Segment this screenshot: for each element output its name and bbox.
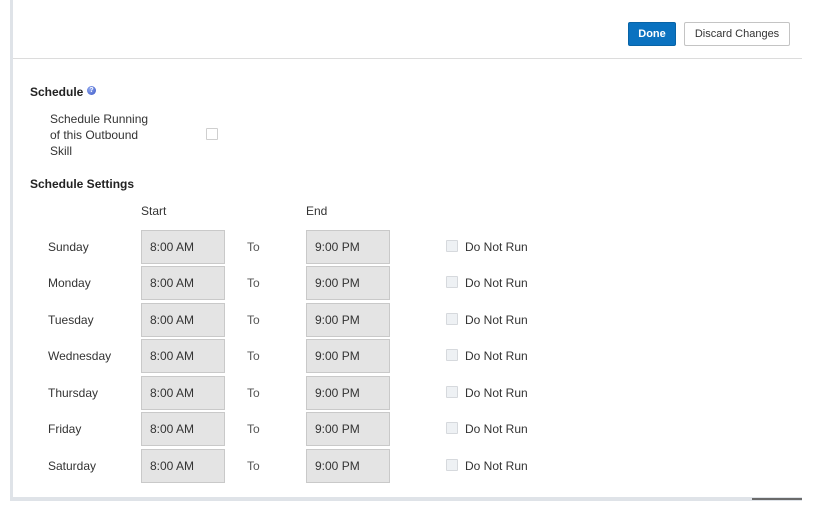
panel-bottom-border — [10, 497, 802, 501]
do-not-run-checkbox[interactable] — [446, 276, 458, 288]
day-label: Saturday — [48, 459, 97, 473]
schedule-row-saturday: Saturday 8:00 AM To 9:00 PM Do Not Run — [13, 449, 802, 483]
to-label: To — [247, 276, 260, 290]
day-label: Sunday — [48, 240, 89, 254]
schedule-row-monday: Monday 8:00 AM To 9:00 PM Do Not Run — [13, 266, 802, 300]
end-time-field[interactable]: 9:00 PM — [306, 303, 390, 337]
do-not-run-checkbox[interactable] — [446, 386, 458, 398]
do-not-run-checkbox[interactable] — [446, 240, 458, 252]
to-label: To — [247, 240, 260, 254]
start-time-field[interactable]: 8:00 AM — [141, 376, 225, 410]
do-not-run-label: Do Not Run — [465, 240, 528, 254]
schedule-running-checkbox[interactable] — [206, 128, 218, 140]
schedule-row-wednesday: Wednesday 8:00 AM To 9:00 PM Do Not Run — [13, 339, 802, 373]
schedule-row-thursday: Thursday 8:00 AM To 9:00 PM Do Not Run — [13, 376, 802, 410]
start-time-field[interactable]: 8:00 AM — [141, 449, 225, 483]
day-label: Friday — [48, 422, 82, 436]
end-time-field[interactable]: 9:00 PM — [306, 230, 390, 264]
start-time-field[interactable]: 8:00 AM — [141, 412, 225, 446]
end-time-field[interactable]: 9:00 PM — [306, 339, 390, 373]
day-label: Thursday — [48, 386, 99, 400]
end-time-field[interactable]: 9:00 PM — [306, 376, 390, 410]
day-label: Tuesday — [48, 313, 94, 327]
start-time-field[interactable]: 8:00 AM — [141, 266, 225, 300]
schedule-heading: Schedule — [30, 85, 84, 99]
start-column-header: Start — [141, 204, 167, 218]
schedule-row-friday: Friday 8:00 AM To 9:00 PM Do Not Run — [13, 412, 802, 446]
do-not-run-checkbox[interactable] — [446, 313, 458, 325]
done-button[interactable]: Done — [628, 22, 676, 46]
do-not-run-label: Do Not Run — [465, 349, 528, 363]
end-column-header: End — [306, 204, 328, 218]
do-not-run-checkbox[interactable] — [446, 422, 458, 434]
do-not-run-checkbox[interactable] — [446, 349, 458, 361]
schedule-running-label: Schedule Running of this Outbound Skill — [50, 112, 149, 158]
to-label: To — [247, 422, 260, 436]
day-label: Wednesday — [48, 349, 112, 363]
do-not-run-checkbox[interactable] — [446, 459, 458, 471]
do-not-run-label: Do Not Run — [465, 459, 528, 473]
schedule-settings-heading: Schedule Settings — [30, 177, 135, 191]
do-not-run-label: Do Not Run — [465, 313, 528, 327]
to-label: To — [247, 349, 260, 363]
start-time-field[interactable]: 8:00 AM — [141, 339, 225, 373]
discard-changes-button[interactable]: Discard Changes — [684, 22, 790, 46]
end-time-field[interactable]: 9:00 PM — [306, 266, 390, 300]
end-time-field[interactable]: 9:00 PM — [306, 412, 390, 446]
scroll-indicator[interactable] — [752, 498, 802, 500]
day-label: Monday — [48, 276, 91, 290]
end-time-field[interactable]: 9:00 PM — [306, 449, 390, 483]
do-not-run-label: Do Not Run — [465, 386, 528, 400]
start-time-field[interactable]: 8:00 AM — [141, 303, 225, 337]
question-circle-icon[interactable]: ? — [87, 86, 96, 95]
start-time-field[interactable]: 8:00 AM — [141, 230, 225, 264]
schedule-row-tuesday: Tuesday 8:00 AM To 9:00 PM Do Not Run — [13, 303, 802, 337]
to-label: To — [247, 459, 260, 473]
to-label: To — [247, 313, 260, 327]
do-not-run-label: Do Not Run — [465, 276, 528, 290]
toolbar: Done Discard Changes — [13, 0, 802, 59]
schedule-row-sunday: Sunday 8:00 AM To 9:00 PM Do Not Run — [13, 230, 802, 264]
do-not-run-label: Do Not Run — [465, 422, 528, 436]
to-label: To — [247, 386, 260, 400]
